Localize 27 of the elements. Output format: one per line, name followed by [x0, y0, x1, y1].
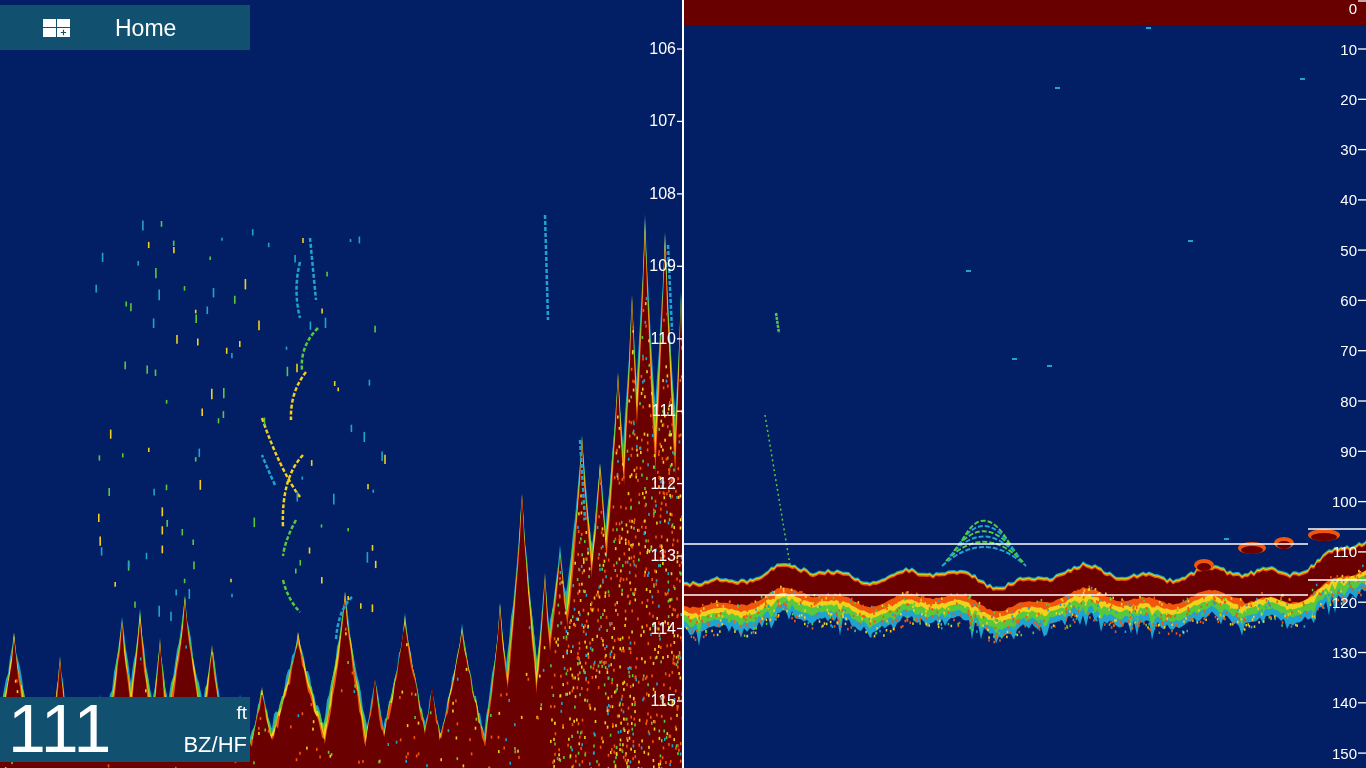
depth-scale-label: 107: [649, 112, 676, 131]
depth-scale-label: 30: [1340, 141, 1357, 159]
depth-value: 111: [7, 694, 112, 762]
depth-scale-label: 20: [1340, 90, 1357, 108]
depth-scale-label: 150: [1331, 744, 1357, 762]
depth-unit: ft: [236, 703, 247, 723]
depth-scale-label: 109: [649, 257, 676, 276]
depth-scale-label: 120: [1331, 593, 1357, 611]
depth-scale-label: 90: [1340, 442, 1357, 460]
sonar-mode: BZ/HF: [183, 733, 247, 757]
depth-scale-label: 80: [1340, 392, 1357, 410]
depth-scale-label: 60: [1340, 291, 1357, 309]
depth-scale-label: 0: [1348, 0, 1357, 17]
depth-scale-label: 40: [1340, 191, 1357, 209]
grid-icon: [43, 18, 70, 37]
depth-scale-label: 100: [1331, 493, 1357, 511]
depth-scale-label: 10: [1340, 40, 1357, 58]
depth-scale-label: 114: [650, 619, 676, 638]
depth-scale-label: 112: [650, 474, 676, 493]
depth-scale-label: 130: [1331, 644, 1357, 661]
depth-scale-label: 113: [650, 547, 676, 566]
depth-scale-label: 50: [1340, 241, 1357, 259]
home-button[interactable]: Home: [0, 5, 250, 50]
depth-scale-label: 106: [649, 40, 676, 58]
depth-scale-label: 108: [649, 184, 676, 203]
depth-scale-label: 140: [1331, 694, 1357, 712]
depth-scale-label: 70: [1340, 342, 1357, 360]
